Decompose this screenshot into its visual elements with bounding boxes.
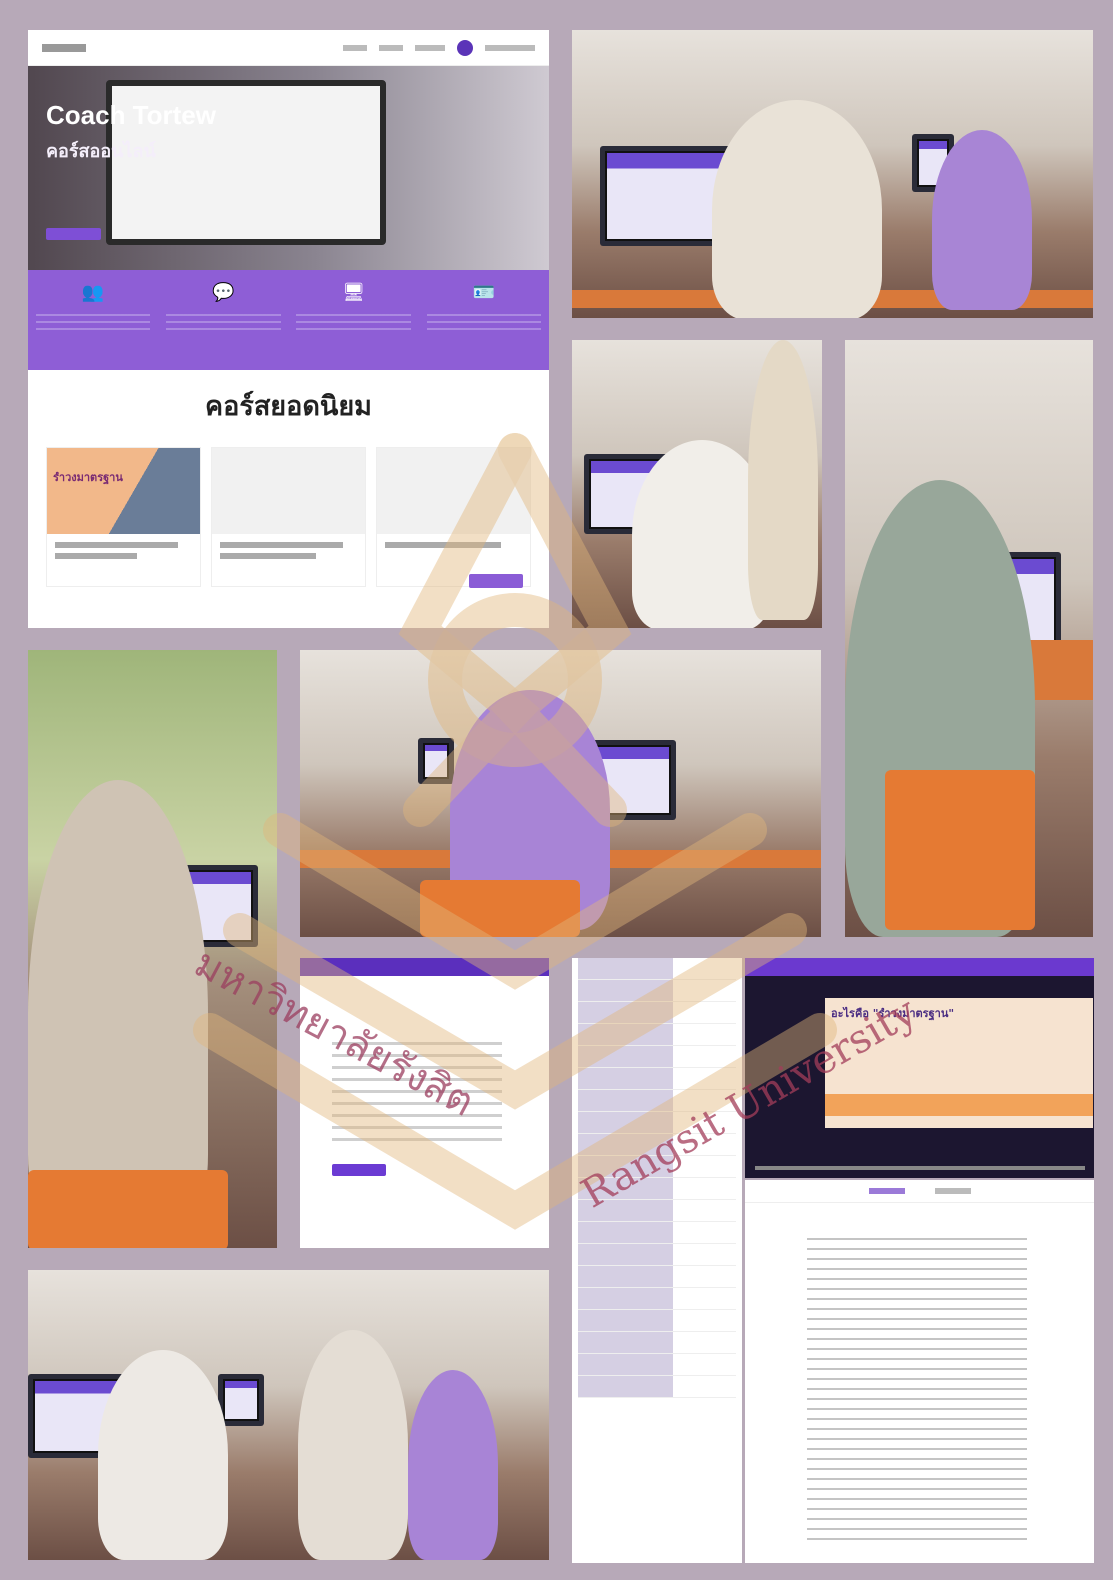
course-thumbnail [212,448,365,534]
view-all-button[interactable] [469,574,523,588]
course-card[interactable]: รำวงมาตรฐาน [46,447,201,587]
lesson-row[interactable] [578,1002,736,1024]
lesson-row[interactable] [578,1310,736,1332]
course-card[interactable] [376,447,531,587]
nav-link[interactable] [415,44,445,51]
user-menu[interactable] [485,44,535,51]
lesson-row[interactable] [578,980,736,1002]
popular-heading: คอร์สยอดนิยม [205,391,372,422]
course-thumbnail [377,448,530,534]
hero-cta-button[interactable] [46,228,101,240]
lesson-row[interactable] [578,1068,736,1090]
slide-caption [825,1094,1093,1116]
feature-item: 👥 [28,270,158,370]
lesson-row[interactable] [578,1046,736,1068]
chat-icon: 💬 [212,282,235,303]
feature-item: 🖥 [289,270,419,370]
photo-classroom-3 [845,340,1093,937]
avatar[interactable] [457,39,473,56]
lesson-row[interactable] [578,1244,736,1266]
notes-text-lines [807,1238,1027,1548]
photo-classroom-2 [572,340,822,628]
group-icon: 👥 [81,282,105,303]
course-title [212,534,365,567]
nav-link[interactable] [379,44,403,51]
lesson-row[interactable] [578,1376,736,1398]
course-title [377,534,530,556]
lesson-sidebar [572,958,742,1563]
course-thumbnail: รำวงมาตรฐาน [47,448,200,534]
video-title-bar [745,958,1094,976]
course-title [47,534,200,567]
feature-strip: 👥 💬 🖥 🪪 [28,270,549,370]
feature-item: 🪪 [419,270,549,370]
lesson-notes [745,1180,1094,1563]
video-progress-bar[interactable] [755,1166,1085,1170]
photo-classroom-1 [572,30,1093,318]
lesson-row[interactable] [578,1222,736,1244]
hero-banner: Coach Tortew คอร์สออนไลน์ [28,66,549,270]
notes-tabs [745,1180,1094,1203]
quiz-start-button[interactable] [332,1164,386,1176]
site-logo[interactable] [42,43,86,52]
hero-subtitle: คอร์สออนไลน์ [46,141,156,162]
feature-item: 💬 [158,270,288,370]
collage: Coach Tortew คอร์สออนไลน์ 👥 💬 🖥 🪪 คอร์สย… [0,0,1113,1580]
tab-overview[interactable] [868,1188,905,1194]
course-thumbnail-label: รำวงมาตรฐาน [53,471,123,484]
certificate-icon: 🪪 [472,282,496,303]
quiz-header-bar [300,958,549,976]
lesson-row[interactable] [578,1354,736,1376]
nav-link[interactable] [343,44,367,51]
course-cards: รำวงมาตรฐาน [28,447,549,587]
photo-classroom-5 [300,650,821,937]
teacher-icon: 🖥 [342,282,366,303]
lesson-row[interactable] [578,1332,736,1354]
tab-notes[interactable] [934,1188,971,1194]
hero-title: Coach Tortew [46,100,216,130]
lesson-row[interactable] [578,958,736,980]
photo-classroom-6 [28,1270,549,1560]
website-screenshot: Coach Tortew คอร์สออนไลน์ 👥 💬 🖥 🪪 คอร์สย… [28,30,549,628]
lesson-row[interactable] [578,1288,736,1310]
course-card[interactable] [211,447,366,587]
lesson-row[interactable] [578,1266,736,1288]
site-nav [28,30,549,66]
lesson-row[interactable] [578,1024,736,1046]
